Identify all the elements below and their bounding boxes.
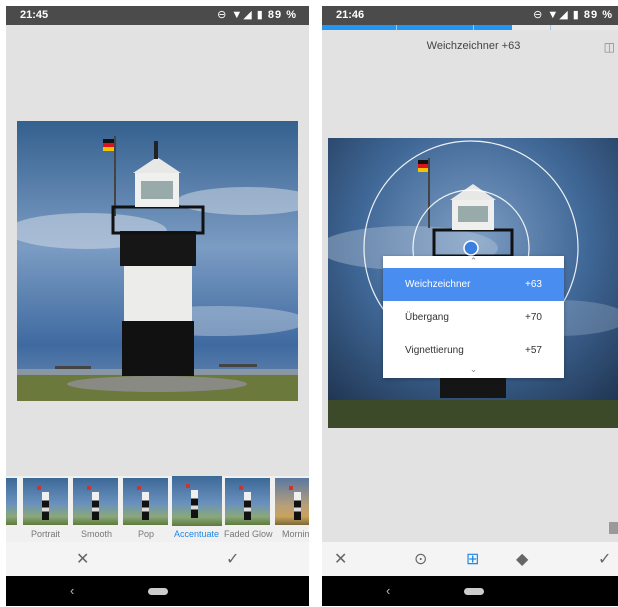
filter-label: Faded Glow — [224, 529, 273, 539]
battery-percent: 89 % — [583, 9, 613, 21]
menu-item-value: +70 — [525, 312, 542, 323]
menu-item-uebergang[interactable]: Übergang +70 — [383, 301, 564, 334]
filter-label: Mornin — [282, 529, 309, 539]
cancel-icon[interactable]: ✕ — [334, 549, 347, 569]
compare-icon[interactable]: ◫ — [604, 40, 615, 54]
left-screen: 21:45 ⊖ ▼◢ ▮ 89 % Portrait Smooth Pop Ac… — [6, 6, 309, 606]
back-icon[interactable]: ‹ — [386, 583, 390, 598]
filter-thumb-pop[interactable] — [123, 478, 168, 525]
filter-label: Portrait — [31, 529, 61, 539]
status-bar: 21:46 ⊖ ▼◢ ▮ 89 % — [322, 6, 618, 25]
filter-thumb-faded-glow[interactable] — [225, 478, 270, 525]
menu-item-value: +63 — [525, 279, 542, 290]
styles-icon[interactable]: ◆ — [516, 549, 528, 569]
filter-thumb-portrait[interactable] — [23, 478, 68, 525]
right-screen: 21:46 ⊖ ▼◢ ▮ 89 % Weichzeichner +63 ◫ ⌃ … — [322, 6, 618, 606]
home-button[interactable] — [463, 588, 484, 595]
top-progress-bar — [322, 25, 618, 30]
system-nav-bar: ‹ — [6, 576, 309, 606]
filter-thumb[interactable] — [6, 478, 17, 525]
chevron-down-icon[interactable]: ⌄ — [383, 364, 564, 375]
bookmark-icon[interactable] — [609, 522, 618, 534]
menu-item-label: Weichzeichner — [405, 279, 471, 290]
home-button[interactable] — [147, 588, 168, 595]
adjustment-menu: ⌃ Weichzeichner +63 Übergang +70 Vignett… — [383, 256, 564, 378]
menu-item-label: Vignettierung — [405, 345, 464, 356]
filter-thumb-morning[interactable] — [275, 478, 309, 525]
system-nav-bar: ‹ — [322, 576, 618, 606]
point-select-icon[interactable]: ⊙ — [414, 549, 427, 569]
cancel-icon[interactable]: ✕ — [76, 549, 89, 569]
adjust-sliders-icon[interactable]: ⊞ — [466, 549, 479, 569]
filter-label: Smooth — [81, 529, 113, 539]
photo-preview — [17, 121, 298, 401]
bottom-toolbar: ✕ ✓ — [6, 542, 309, 576]
menu-item-value: +57 — [525, 345, 542, 356]
status-icons: ⊖ ▼◢ ▮ — [533, 9, 580, 21]
menu-item-weichzeichner[interactable]: Weichzeichner +63 — [383, 268, 564, 301]
status-time: 21:45 — [20, 9, 49, 21]
chevron-up-icon[interactable]: ⌃ — [383, 256, 564, 267]
filter-strip: l Portrait Smooth Pop Accentuate Faded G… — [6, 476, 309, 542]
filter-thumb-smooth[interactable] — [73, 478, 118, 525]
edit-value-label: Weichzeichner +63 — [426, 40, 521, 52]
status-bar: 21:45 ⊖ ▼◢ ▮ 89 % — [6, 6, 309, 25]
battery-percent: 89 % — [267, 9, 297, 21]
apply-icon[interactable]: ✓ — [598, 549, 611, 569]
menu-item-vignettierung[interactable]: Vignettierung +57 — [383, 334, 564, 367]
back-icon[interactable]: ‹ — [70, 583, 74, 598]
status-icons: ⊖ ▼◢ ▮ — [217, 9, 264, 21]
menu-item-label: Übergang — [405, 312, 449, 323]
bottom-toolbar: ✕ ⊙ ⊞ ◆ ✓ — [322, 542, 618, 576]
filter-thumb-accentuate[interactable] — [172, 476, 222, 526]
filter-label: Pop — [138, 529, 155, 539]
filter-label-selected: Accentuate — [174, 529, 220, 539]
status-time: 21:46 — [336, 9, 365, 21]
apply-icon[interactable]: ✓ — [226, 549, 239, 569]
